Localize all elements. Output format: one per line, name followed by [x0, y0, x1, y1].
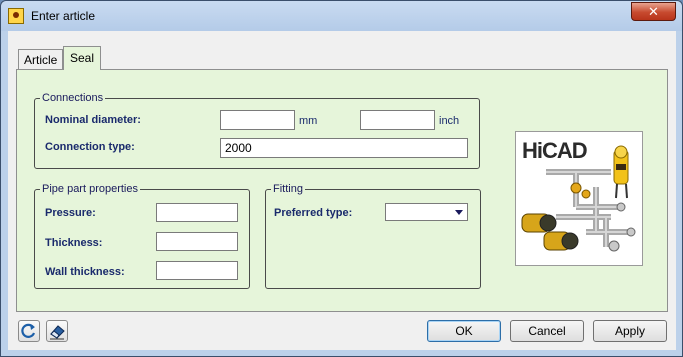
eraser-button[interactable]: [46, 320, 68, 342]
hicad-app-icon: [8, 8, 24, 24]
preferred-type-label: Preferred type:: [274, 207, 353, 219]
title-bar[interactable]: Enter article ✕: [1, 1, 682, 31]
fitting-legend: Fitting: [273, 183, 303, 195]
tab-seal[interactable]: Seal: [63, 46, 102, 70]
pressure-input[interactable]: [156, 203, 238, 222]
inch-unit-label: inch: [439, 115, 460, 127]
dropdown-arrow-icon: [455, 210, 463, 215]
cancel-button[interactable]: Cancel: [510, 320, 584, 342]
refresh-icon: [21, 323, 36, 338]
fitting-group: Fitting: [265, 183, 481, 289]
hicad-logo-image: HiCAD: [515, 131, 643, 266]
dialog-content: Article Seal Connections Nominal diamete…: [8, 31, 676, 350]
window-title: Enter article: [31, 9, 96, 23]
mm-unit-label: mm: [299, 115, 318, 127]
ok-button[interactable]: OK: [427, 320, 501, 342]
connection-type-label: Connection type:: [45, 141, 135, 153]
pipe-part-properties-legend: Pipe part properties: [42, 183, 138, 195]
refresh-button[interactable]: [18, 320, 40, 342]
seal-tab-panel: Connections Nominal diameter: mm inch Co…: [16, 69, 668, 312]
eraser-icon: [50, 325, 65, 340]
pressure-label: Pressure:: [45, 207, 96, 219]
nominal-diameter-mm-input[interactable]: [220, 110, 295, 130]
pipe-plant-illustration: [521, 145, 636, 252]
connections-legend: Connections: [42, 92, 104, 104]
close-button[interactable]: ✕: [631, 2, 676, 21]
wall-thickness-input[interactable]: [156, 261, 238, 280]
nominal-diameter-inch-input[interactable]: [360, 110, 435, 130]
nominal-diameter-label: Nominal diameter:: [45, 114, 141, 126]
apply-button[interactable]: Apply: [593, 320, 667, 342]
dialog-window: Enter article ✕ Article Seal Connections…: [0, 0, 683, 357]
close-icon: ✕: [648, 4, 659, 19]
tab-article[interactable]: Article: [18, 49, 64, 69]
thickness-input[interactable]: [156, 232, 238, 251]
thickness-label: Thickness:: [45, 237, 103, 249]
preferred-type-dropdown[interactable]: [385, 203, 468, 221]
connection-type-input[interactable]: [220, 138, 468, 158]
wall-thickness-label: Wall thickness:: [45, 266, 125, 278]
